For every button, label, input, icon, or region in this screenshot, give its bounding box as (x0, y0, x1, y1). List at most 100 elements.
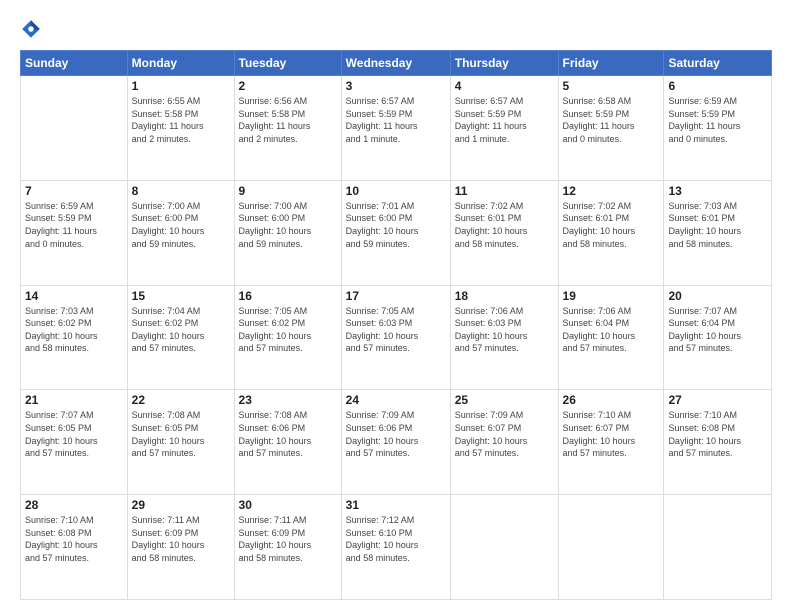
calendar-cell: 21 Sunrise: 7:07 AM Sunset: 6:05 PM Dayli… (21, 390, 128, 495)
day-info: Sunrise: 7:09 AM Sunset: 6:07 PM Dayligh… (455, 409, 554, 459)
day-number: 1 (132, 79, 230, 93)
calendar-cell: 9 Sunrise: 7:00 AM Sunset: 6:00 PM Daylig… (234, 180, 341, 285)
day-number: 6 (668, 79, 767, 93)
calendar-cell: 27 Sunrise: 7:10 AM Sunset: 6:08 PM Dayli… (664, 390, 772, 495)
calendar-cell (21, 76, 128, 181)
day-info: Sunrise: 6:58 AM Sunset: 5:59 PM Dayligh… (563, 95, 660, 145)
calendar-cell: 23Sunrise: 7:08 AM Sunset: 6:06 PM Dayli… (234, 390, 341, 495)
calendar-cell: 10 Sunrise: 7:01 AM Sunset: 6:00 PM Dayli… (341, 180, 450, 285)
day-number: 17 (346, 289, 446, 303)
calendar-cell: 30 Sunrise: 7:11 AM Sunset: 6:09 PM Dayli… (234, 495, 341, 600)
calendar-cell: 6 Sunrise: 6:59 AM Sunset: 5:59 PM Daylig… (664, 76, 772, 181)
calendar-week-1: 1 Sunrise: 6:55 AM Sunset: 5:58 PM Daylig… (21, 76, 772, 181)
day-info: Sunrise: 7:04 AM Sunset: 6:02 PM Dayligh… (132, 305, 230, 355)
calendar-week-5: 28 Sunrise: 7:10 AM Sunset: 6:08 PM Dayli… (21, 495, 772, 600)
day-info: Sunrise: 7:02 AM Sunset: 6:01 PM Dayligh… (563, 200, 660, 250)
calendar-week-2: 7 Sunrise: 6:59 AM Sunset: 5:59 PM Daylig… (21, 180, 772, 285)
col-header-tuesday: Tuesday (234, 51, 341, 76)
calendar-cell: 12 Sunrise: 7:02 AM Sunset: 6:01 PM Dayli… (558, 180, 664, 285)
col-header-monday: Monday (127, 51, 234, 76)
calendar-cell (558, 495, 664, 600)
day-info: Sunrise: 6:56 AM Sunset: 5:58 PM Dayligh… (239, 95, 337, 145)
calendar-cell: 1 Sunrise: 6:55 AM Sunset: 5:58 PM Daylig… (127, 76, 234, 181)
day-info: Sunrise: 7:02 AM Sunset: 6:01 PM Dayligh… (455, 200, 554, 250)
day-number: 8 (132, 184, 230, 198)
day-number: 25 (455, 393, 554, 407)
day-info: Sunrise: 7:08 AM Sunset: 6:06 PM Dayligh… (239, 409, 337, 459)
calendar-cell: 20 Sunrise: 7:07 AM Sunset: 6:04 PM Dayli… (664, 285, 772, 390)
day-number: 9 (239, 184, 337, 198)
calendar-cell: 4 Sunrise: 6:57 AM Sunset: 5:59 PM Daylig… (450, 76, 558, 181)
day-info: Sunrise: 6:57 AM Sunset: 5:59 PM Dayligh… (455, 95, 554, 145)
day-number: 26 (563, 393, 660, 407)
day-number: 12 (563, 184, 660, 198)
calendar-cell: 8Sunrise: 7:00 AM Sunset: 6:00 PM Daylig… (127, 180, 234, 285)
day-number: 24 (346, 393, 446, 407)
day-info: Sunrise: 7:07 AM Sunset: 6:04 PM Dayligh… (668, 305, 767, 355)
day-number: 2 (239, 79, 337, 93)
logo (20, 18, 46, 40)
day-info: Sunrise: 7:10 AM Sunset: 6:07 PM Dayligh… (563, 409, 660, 459)
day-number: 30 (239, 498, 337, 512)
calendar-cell: 31Sunrise: 7:12 AM Sunset: 6:10 PM Dayli… (341, 495, 450, 600)
day-info: Sunrise: 7:01 AM Sunset: 6:00 PM Dayligh… (346, 200, 446, 250)
calendar-cell: 29Sunrise: 7:11 AM Sunset: 6:09 PM Dayli… (127, 495, 234, 600)
day-info: Sunrise: 7:11 AM Sunset: 6:09 PM Dayligh… (239, 514, 337, 564)
calendar-cell: 25 Sunrise: 7:09 AM Sunset: 6:07 PM Dayli… (450, 390, 558, 495)
day-info: Sunrise: 7:05 AM Sunset: 6:02 PM Dayligh… (239, 305, 337, 355)
calendar-cell: 14 Sunrise: 7:03 AM Sunset: 6:02 PM Dayli… (21, 285, 128, 390)
day-number: 19 (563, 289, 660, 303)
day-number: 15 (132, 289, 230, 303)
day-number: 16 (239, 289, 337, 303)
calendar-cell: 17 Sunrise: 7:05 AM Sunset: 6:03 PM Dayli… (341, 285, 450, 390)
day-number: 22 (132, 393, 230, 407)
calendar-cell: 22 Sunrise: 7:08 AM Sunset: 6:05 PM Dayli… (127, 390, 234, 495)
day-number: 10 (346, 184, 446, 198)
day-info: Sunrise: 7:03 AM Sunset: 6:01 PM Dayligh… (668, 200, 767, 250)
day-info: Sunrise: 6:59 AM Sunset: 5:59 PM Dayligh… (25, 200, 123, 250)
calendar-cell: 11 Sunrise: 7:02 AM Sunset: 6:01 PM Dayli… (450, 180, 558, 285)
calendar-cell: 28 Sunrise: 7:10 AM Sunset: 6:08 PM Dayli… (21, 495, 128, 600)
col-header-sunday: Sunday (21, 51, 128, 76)
day-number: 7 (25, 184, 123, 198)
day-number: 28 (25, 498, 123, 512)
calendar-week-4: 21 Sunrise: 7:07 AM Sunset: 6:05 PM Dayli… (21, 390, 772, 495)
day-number: 11 (455, 184, 554, 198)
day-info: Sunrise: 6:55 AM Sunset: 5:58 PM Dayligh… (132, 95, 230, 145)
day-info: Sunrise: 6:57 AM Sunset: 5:59 PM Dayligh… (346, 95, 446, 145)
day-number: 4 (455, 79, 554, 93)
logo-icon (20, 18, 42, 40)
day-info: Sunrise: 6:59 AM Sunset: 5:59 PM Dayligh… (668, 95, 767, 145)
day-info: Sunrise: 7:10 AM Sunset: 6:08 PM Dayligh… (25, 514, 123, 564)
day-info: Sunrise: 7:09 AM Sunset: 6:06 PM Dayligh… (346, 409, 446, 459)
day-info: Sunrise: 7:10 AM Sunset: 6:08 PM Dayligh… (668, 409, 767, 459)
calendar-cell (450, 495, 558, 600)
day-number: 3 (346, 79, 446, 93)
calendar-cell: 2 Sunrise: 6:56 AM Sunset: 5:58 PM Daylig… (234, 76, 341, 181)
day-info: Sunrise: 7:08 AM Sunset: 6:05 PM Dayligh… (132, 409, 230, 459)
day-number: 14 (25, 289, 123, 303)
day-info: Sunrise: 7:07 AM Sunset: 6:05 PM Dayligh… (25, 409, 123, 459)
day-number: 21 (25, 393, 123, 407)
col-header-wednesday: Wednesday (341, 51, 450, 76)
calendar-table: SundayMondayTuesdayWednesdayThursdayFrid… (20, 50, 772, 600)
day-number: 13 (668, 184, 767, 198)
day-info: Sunrise: 7:05 AM Sunset: 6:03 PM Dayligh… (346, 305, 446, 355)
page: SundayMondayTuesdayWednesdayThursdayFrid… (0, 0, 792, 612)
calendar-cell: 18 Sunrise: 7:06 AM Sunset: 6:03 PM Dayli… (450, 285, 558, 390)
day-number: 27 (668, 393, 767, 407)
calendar-cell: 19Sunrise: 7:06 AM Sunset: 6:04 PM Dayli… (558, 285, 664, 390)
day-number: 18 (455, 289, 554, 303)
calendar-header-row: SundayMondayTuesdayWednesdayThursdayFrid… (21, 51, 772, 76)
header (20, 18, 772, 40)
day-number: 20 (668, 289, 767, 303)
day-info: Sunrise: 7:12 AM Sunset: 6:10 PM Dayligh… (346, 514, 446, 564)
day-info: Sunrise: 7:06 AM Sunset: 6:03 PM Dayligh… (455, 305, 554, 355)
calendar-cell: 26 Sunrise: 7:10 AM Sunset: 6:07 PM Dayli… (558, 390, 664, 495)
day-info: Sunrise: 7:00 AM Sunset: 6:00 PM Dayligh… (239, 200, 337, 250)
day-number: 5 (563, 79, 660, 93)
calendar-cell: 16 Sunrise: 7:05 AM Sunset: 6:02 PM Dayli… (234, 285, 341, 390)
day-info: Sunrise: 7:03 AM Sunset: 6:02 PM Dayligh… (25, 305, 123, 355)
calendar-week-3: 14 Sunrise: 7:03 AM Sunset: 6:02 PM Dayli… (21, 285, 772, 390)
col-header-saturday: Saturday (664, 51, 772, 76)
